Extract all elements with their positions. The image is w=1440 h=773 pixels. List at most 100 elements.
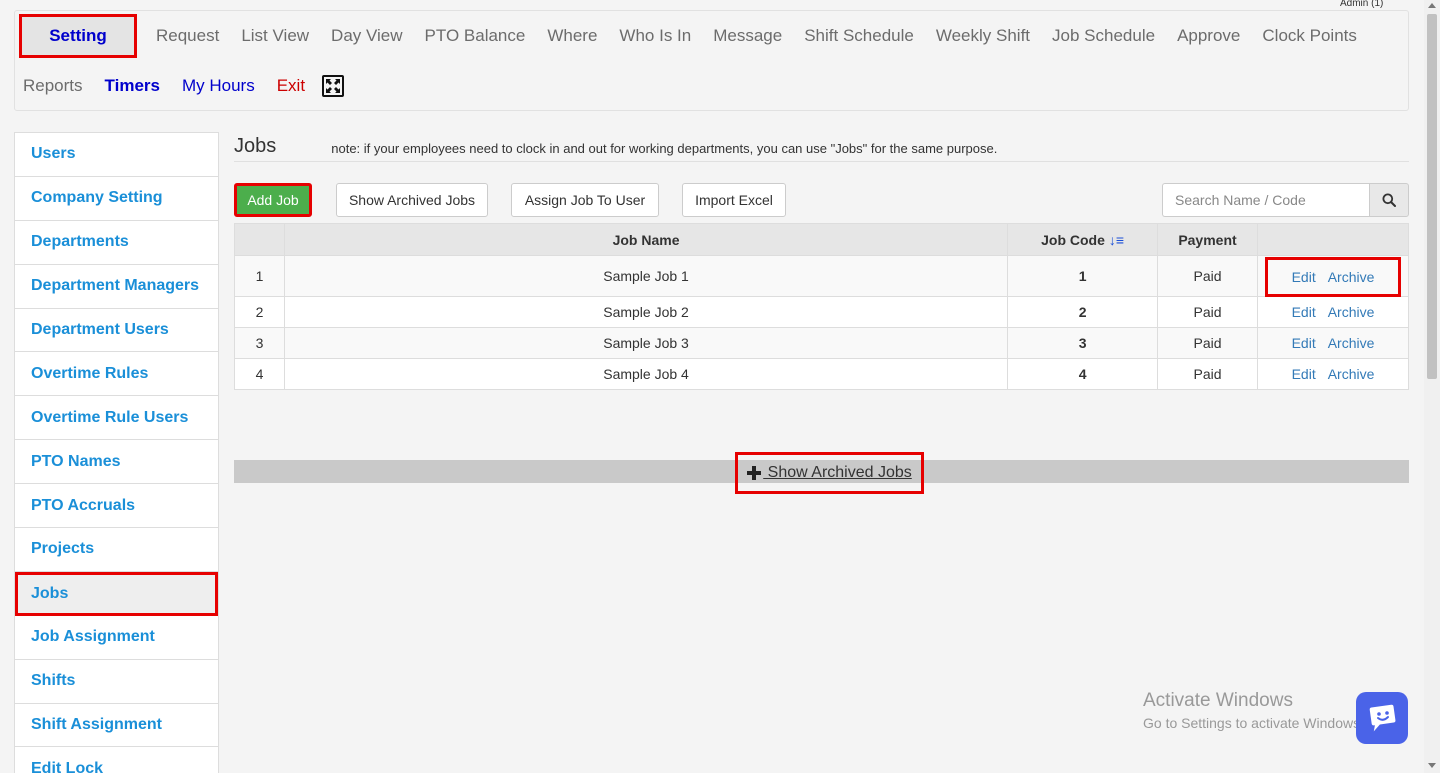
nav-list-view[interactable]: List View bbox=[230, 26, 320, 46]
row-actions: Edit Archive bbox=[1256, 296, 1410, 328]
scroll-thumb[interactable] bbox=[1427, 14, 1437, 379]
show-archived-jobs-link[interactable]: Show Archived Jobs bbox=[735, 452, 924, 494]
sidebar-item-overtime-rule-users[interactable]: Overtime Rule Users bbox=[15, 396, 218, 441]
sidebar-item-departments[interactable]: Departments bbox=[15, 221, 218, 265]
show-archived-jobs-label: Show Archived Jobs bbox=[763, 464, 912, 481]
jobs-table: Job Name Job Code ↓≡ Payment 1 Sample Job… bbox=[234, 223, 1410, 390]
nav-day-view[interactable]: Day View bbox=[320, 26, 414, 46]
table-row: 4 Sample Job 4 4 Paid Edit Archive bbox=[234, 358, 1410, 390]
row-index: 4 bbox=[234, 358, 285, 390]
row-job-code: 4 bbox=[1007, 358, 1159, 390]
sidebar-item-jobs[interactable]: Jobs bbox=[15, 571, 218, 616]
row-index: 2 bbox=[234, 296, 285, 328]
plus-icon bbox=[747, 466, 762, 480]
table-row: 1 Sample Job 1 1 Paid Edit Archive bbox=[234, 255, 1410, 297]
row-payment: Paid bbox=[1157, 327, 1258, 359]
nav-pto-balance[interactable]: PTO Balance bbox=[414, 26, 537, 46]
nav-job-schedule[interactable]: Job Schedule bbox=[1041, 26, 1166, 46]
search-box bbox=[1162, 183, 1409, 217]
add-job-button[interactable]: Add Job bbox=[234, 183, 312, 217]
header-job-code-label: Job Code bbox=[1041, 231, 1105, 248]
toolbar: Add Job Show Archived Jobs Assign Job To… bbox=[234, 183, 1409, 217]
archive-link[interactable]: Archive bbox=[1328, 269, 1375, 285]
sidebar-item-job-assignment[interactable]: Job Assignment bbox=[15, 616, 218, 660]
row-index: 3 bbox=[234, 327, 285, 359]
sidebar-item-company-setting[interactable]: Company Setting bbox=[15, 177, 218, 221]
archive-link[interactable]: Archive bbox=[1328, 366, 1375, 382]
fullscreen-icon[interactable] bbox=[322, 75, 345, 97]
edit-link[interactable]: Edit bbox=[1292, 366, 1316, 382]
edit-link[interactable]: Edit bbox=[1292, 335, 1316, 351]
sidebar-item-overtime-rules[interactable]: Overtime Rules bbox=[15, 352, 218, 397]
nav-row-1: Setting Request List View Day View PTO B… bbox=[15, 11, 1368, 61]
row-job-name: Sample Job 3 bbox=[283, 327, 1009, 359]
row-payment: Paid bbox=[1157, 296, 1258, 328]
admin-label: Admin (1) bbox=[1340, 0, 1384, 9]
table-row: 2 Sample Job 2 2 Paid Edit Archive bbox=[234, 296, 1410, 328]
header-payment[interactable]: Payment bbox=[1157, 223, 1258, 256]
sidebar-item-shifts[interactable]: Shifts bbox=[15, 660, 218, 704]
sidebar-item-shift-assignment[interactable]: Shift Assignment bbox=[15, 704, 218, 748]
assign-job-to-user-button[interactable]: Assign Job To User bbox=[511, 183, 659, 217]
nav-clock-points[interactable]: Clock Points bbox=[1251, 26, 1367, 46]
scroll-up-arrow-icon[interactable] bbox=[1428, 3, 1436, 8]
nav-approve[interactable]: Approve bbox=[1166, 26, 1251, 46]
row-actions: Edit Archive bbox=[1256, 327, 1410, 359]
nav-setting[interactable]: Setting bbox=[19, 14, 137, 58]
scrollbar[interactable] bbox=[1424, 0, 1440, 773]
nav-row-2: Reports Timers My Hours Exit bbox=[15, 61, 345, 111]
row-job-name: Sample Job 2 bbox=[283, 296, 1009, 328]
top-navigation: Setting Request List View Day View PTO B… bbox=[14, 10, 1409, 111]
title-row: Jobs note: if your employees need to clo… bbox=[234, 132, 1409, 162]
row-actions-group: Edit Archive bbox=[1286, 335, 1381, 351]
nav-who-is-in[interactable]: Who Is In bbox=[608, 26, 702, 46]
header-actions bbox=[1256, 223, 1410, 256]
page-title: Jobs bbox=[234, 135, 277, 157]
row-actions-highlight: Edit Archive bbox=[1264, 257, 1401, 297]
sidebar-item-pto-names[interactable]: PTO Names bbox=[15, 440, 218, 485]
row-actions: Edit Archive bbox=[1256, 255, 1410, 297]
row-payment: Paid bbox=[1157, 255, 1258, 297]
nav-reports[interactable]: Reports bbox=[15, 76, 94, 96]
scroll-down-arrow-icon[interactable] bbox=[1428, 763, 1436, 768]
chat-button[interactable] bbox=[1356, 692, 1408, 744]
sidebar-item-edit-lock[interactable]: Edit Lock bbox=[15, 747, 218, 773]
sidebar-item-department-managers[interactable]: Department Managers bbox=[15, 265, 218, 309]
show-archived-jobs-button[interactable]: Show Archived Jobs bbox=[336, 183, 488, 217]
table-header-row: Job Name Job Code ↓≡ Payment bbox=[234, 223, 1410, 256]
activate-windows-watermark: Activate Windows Go to Settings to activ… bbox=[1143, 690, 1364, 731]
archive-link[interactable]: Archive bbox=[1328, 304, 1375, 320]
row-job-code: 2 bbox=[1007, 296, 1159, 328]
row-job-name: Sample Job 4 bbox=[283, 358, 1009, 390]
sidebar-item-users[interactable]: Users bbox=[15, 133, 218, 177]
search-input[interactable] bbox=[1162, 183, 1369, 217]
nav-my-hours[interactable]: My Hours bbox=[171, 76, 266, 96]
import-excel-button[interactable]: Import Excel bbox=[682, 183, 786, 217]
nav-where[interactable]: Where bbox=[536, 26, 608, 46]
page-note: note: if your employees need to clock in… bbox=[331, 140, 998, 156]
nav-shift-schedule[interactable]: Shift Schedule bbox=[793, 26, 925, 46]
search-button[interactable] bbox=[1369, 183, 1409, 217]
sidebar: Users Company Setting Departments Depart… bbox=[14, 132, 219, 773]
nav-request[interactable]: Request bbox=[145, 26, 230, 46]
sidebar-item-department-users[interactable]: Department Users bbox=[15, 309, 218, 353]
sort-icon[interactable]: ↓≡ bbox=[1109, 232, 1124, 248]
nav-message[interactable]: Message bbox=[702, 26, 793, 46]
header-job-name[interactable]: Job Name bbox=[283, 223, 1009, 256]
archive-link[interactable]: Archive bbox=[1328, 335, 1375, 351]
row-actions-group: Edit Archive bbox=[1286, 366, 1381, 382]
edit-link[interactable]: Edit bbox=[1292, 304, 1316, 320]
nav-timers[interactable]: Timers bbox=[94, 76, 171, 96]
edit-link[interactable]: Edit bbox=[1292, 269, 1316, 285]
nav-weekly-shift[interactable]: Weekly Shift bbox=[925, 26, 1041, 46]
row-payment: Paid bbox=[1157, 358, 1258, 390]
watermark-subtitle: Go to Settings to activate Windows. bbox=[1143, 715, 1364, 731]
header-job-code[interactable]: Job Code ↓≡ bbox=[1007, 223, 1159, 256]
row-job-code: 3 bbox=[1007, 327, 1159, 359]
row-job-name: Sample Job 1 bbox=[283, 255, 1009, 297]
nav-exit[interactable]: Exit bbox=[266, 76, 316, 96]
header-index bbox=[234, 223, 285, 256]
chat-icon bbox=[1369, 704, 1396, 732]
sidebar-item-projects[interactable]: Projects bbox=[15, 528, 218, 572]
sidebar-item-pto-accruals[interactable]: PTO Accruals bbox=[15, 484, 218, 529]
